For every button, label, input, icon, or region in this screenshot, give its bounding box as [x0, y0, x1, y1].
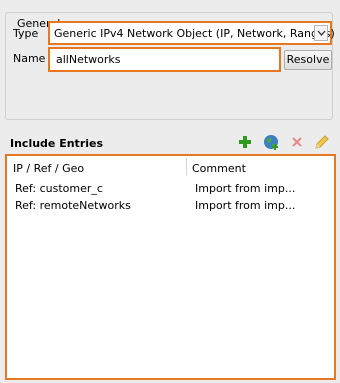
- type-label: Type: [13, 27, 39, 40]
- include-entries-title: Include Entries: [10, 137, 104, 150]
- table-row-comment[interactable]: Import from imp...: [195, 199, 295, 212]
- type-select[interactable]: Generic IPv4 Network Object (IP, Network…: [48, 21, 335, 45]
- add-icon[interactable]: [236, 133, 254, 151]
- globe-add-icon[interactable]: [262, 133, 280, 151]
- name-label: Name: [13, 52, 46, 65]
- name-input[interactable]: allNetworks: [48, 47, 281, 72]
- table-row-comment[interactable]: Import from imp...: [195, 182, 295, 195]
- delete-icon[interactable]: [288, 133, 306, 151]
- type-select-value: Generic IPv4 Network Object (IP, Network…: [54, 27, 335, 40]
- table-row-ref[interactable]: Ref: customer_c: [15, 182, 103, 195]
- pencil-icon[interactable]: [313, 133, 331, 151]
- chevron-down-icon: [317, 30, 326, 36]
- table-row-ref[interactable]: Ref: remoteNetworks: [15, 199, 131, 212]
- name-input-value: allNetworks: [56, 53, 121, 66]
- include-entries-list[interactable]: IP / Ref / Geo Comment Ref: customer_c I…: [5, 154, 336, 380]
- column-divider[interactable]: [186, 158, 187, 175]
- resolve-button[interactable]: Resolve: [284, 50, 332, 70]
- column-header-ip[interactable]: IP / Ref / Geo: [13, 162, 84, 175]
- column-header-comment[interactable]: Comment: [192, 162, 246, 175]
- type-dropdown-button[interactable]: [314, 25, 328, 41]
